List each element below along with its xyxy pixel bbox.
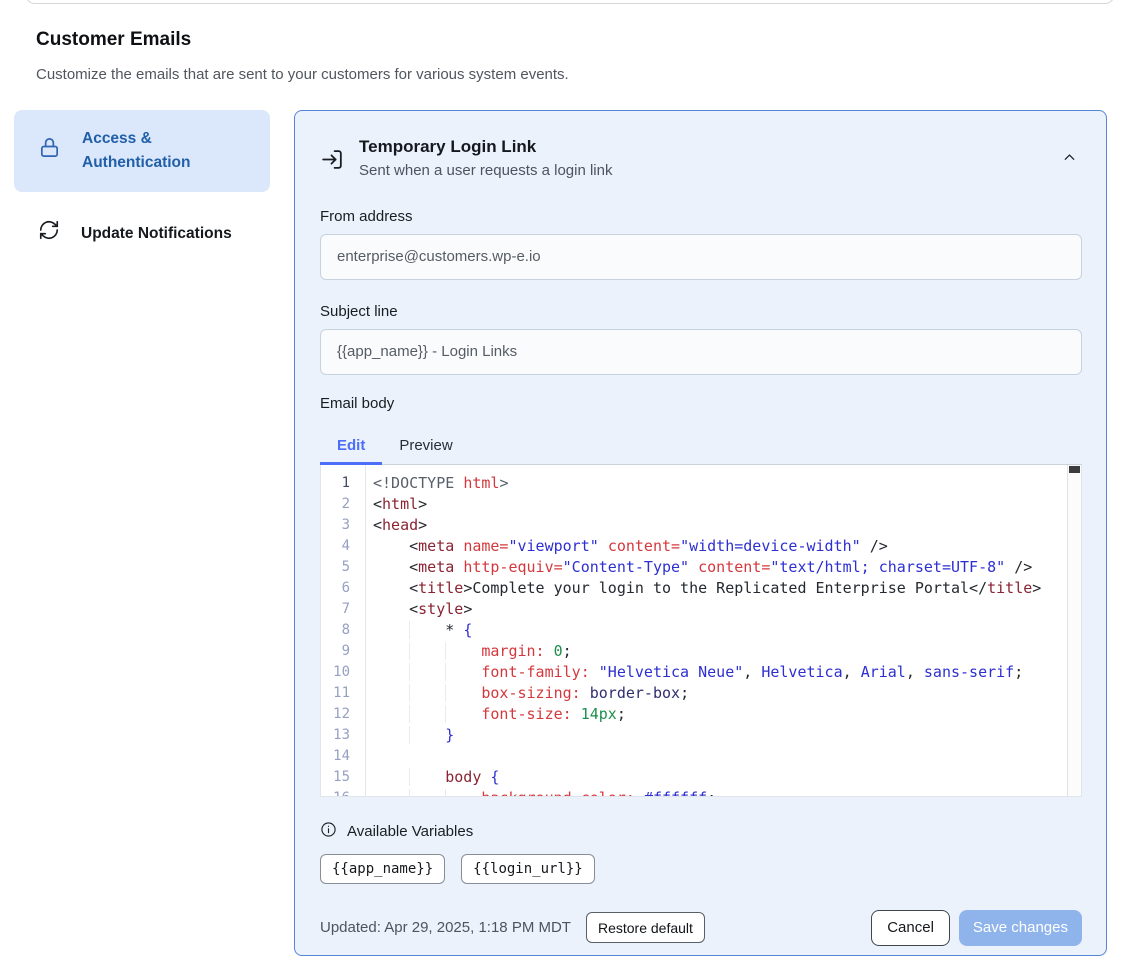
variable-chips: {{app_name}} {{login_url}} — [320, 854, 1082, 884]
sidebar-item-access-authentication[interactable]: Access & Authentication — [14, 110, 270, 192]
code-editor[interactable]: 12345678910111213141516 <!DOCTYPE html><… — [320, 465, 1082, 797]
line-number: 4 — [321, 536, 365, 557]
email-body-tabs: EditPreview — [320, 430, 1082, 465]
chevron-up-icon — [1061, 154, 1078, 169]
code-line: box-sizing: border-box; — [373, 683, 1067, 704]
temporary-login-link-panel: Temporary Login Link Sent when a user re… — [294, 110, 1107, 956]
line-number: 10 — [321, 662, 365, 683]
from-address-label: From address — [320, 208, 1082, 225]
line-number: 13 — [321, 725, 365, 746]
code-line: <meta name="viewport" content="width=dev… — [373, 536, 1067, 557]
line-number: 9 — [321, 641, 365, 662]
line-number: 8 — [321, 620, 365, 641]
panel-header: Temporary Login Link Sent when a user re… — [320, 136, 1082, 179]
from-address-input[interactable] — [320, 234, 1082, 280]
line-number: 7 — [321, 599, 365, 620]
line-number: 6 — [321, 578, 365, 599]
restore-default-button[interactable]: Restore default — [586, 912, 705, 943]
line-number: 3 — [321, 515, 365, 536]
sidebar-item-update-notifications[interactable]: Update Notifications — [14, 204, 270, 264]
page-description: Customize the emails that are sent to yo… — [36, 66, 569, 83]
panel-subtitle: Sent when a user requests a login link — [359, 162, 612, 179]
login-icon — [320, 147, 345, 177]
code-line: <!DOCTYPE html> — [373, 473, 1067, 494]
collapse-button[interactable] — [1057, 145, 1082, 173]
available-variables-label: Available Variables — [347, 823, 473, 840]
info-icon — [320, 821, 337, 842]
code-line — [373, 746, 1067, 767]
code-line: <head> — [373, 515, 1067, 536]
code-line: * { — [373, 620, 1067, 641]
tab-preview[interactable]: Preview — [382, 430, 469, 464]
variable-chip-app-name[interactable]: {{app_name}} — [320, 854, 445, 884]
code-line: <html> — [373, 494, 1067, 515]
line-number: 12 — [321, 704, 365, 725]
sidebar: Access & Authentication Update Notificati… — [14, 110, 270, 264]
code-line: font-family: "Helvetica Neue", Helvetica… — [373, 662, 1067, 683]
line-numbers: 12345678910111213141516 — [321, 465, 366, 796]
code-line: <meta http-equiv="Content-Type" content=… — [373, 557, 1067, 578]
code-line: body { — [373, 767, 1067, 788]
refresh-icon — [38, 219, 60, 249]
save-changes-button[interactable]: Save changes — [959, 910, 1082, 946]
updated-timestamp: Updated: Apr 29, 2025, 1:18 PM MDT — [320, 919, 571, 936]
email-body-label: Email body — [320, 395, 1082, 412]
code-line: margin: 0; — [373, 641, 1067, 662]
page-title: Customer Emails — [36, 29, 191, 51]
tab-edit[interactable]: Edit — [320, 430, 382, 464]
sidebar-item-label: Access & Authentication — [82, 127, 256, 175]
panel-title: Temporary Login Link — [359, 136, 612, 159]
code-line: <style> — [373, 599, 1067, 620]
cancel-button[interactable]: Cancel — [871, 910, 950, 946]
line-number: 16 — [321, 788, 365, 797]
customer-emails-page: Customer Emails Customize the emails tha… — [0, 0, 1128, 980]
panel-footer: Updated: Apr 29, 2025, 1:18 PM MDT Resto… — [320, 910, 1082, 946]
code-line: background-color: #ffffff; — [373, 788, 1067, 796]
scrollbar-thumb[interactable] — [1069, 466, 1080, 473]
line-number: 1 — [321, 473, 365, 494]
code-line: font-size: 14px; — [373, 704, 1067, 725]
line-number: 11 — [321, 683, 365, 704]
code-area[interactable]: <!DOCTYPE html><html><head> <meta name="… — [366, 465, 1081, 796]
lock-icon — [38, 136, 61, 167]
code-line: <title>Complete your login to the Replic… — [373, 578, 1067, 599]
code-line: } — [373, 725, 1067, 746]
sidebar-item-label: Update Notifications — [81, 222, 232, 246]
available-variables-row: Available Variables — [320, 821, 1082, 842]
line-number: 14 — [321, 746, 365, 767]
variable-chip-login-url[interactable]: {{login_url}} — [461, 854, 595, 884]
line-number: 5 — [321, 557, 365, 578]
panel-header-text: Temporary Login Link Sent when a user re… — [359, 136, 612, 179]
line-number: 15 — [321, 767, 365, 788]
subject-line-label: Subject line — [320, 303, 1082, 320]
subject-line-input[interactable] — [320, 329, 1082, 375]
line-number: 2 — [321, 494, 365, 515]
previous-card-edge — [25, 0, 1115, 4]
editor-scrollbar[interactable] — [1067, 465, 1081, 796]
